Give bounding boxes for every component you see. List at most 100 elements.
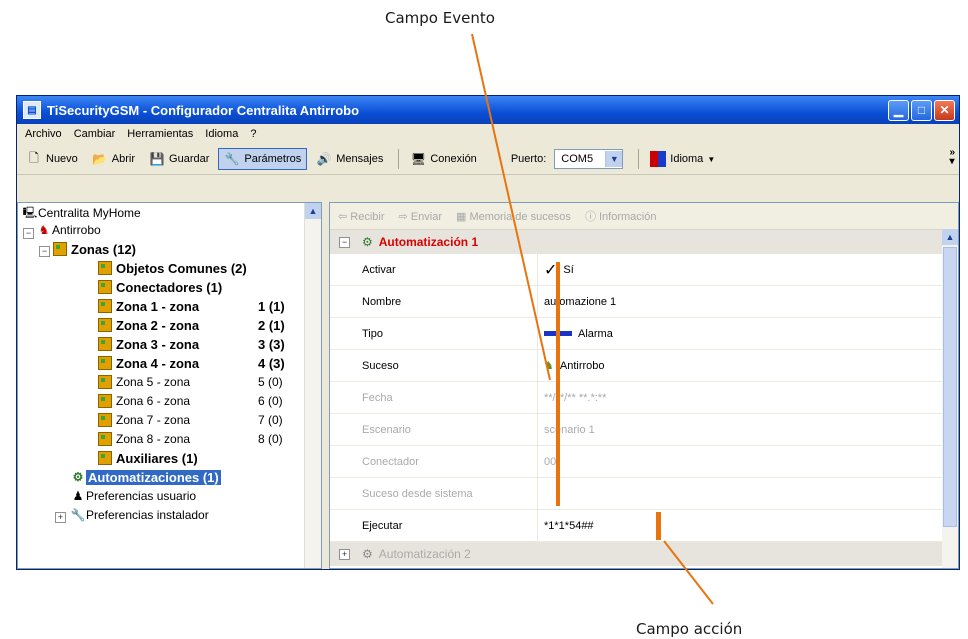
tree-node-pref-usuario[interactable]: ♟ Preferencias usuario — [70, 487, 196, 505]
zone-icon — [98, 375, 112, 389]
speaker-icon: 🔊 — [316, 152, 332, 166]
property-label: Suceso — [330, 350, 538, 381]
tree-scrollbar[interactable]: ▲ — [304, 203, 321, 568]
zone-icon — [98, 318, 112, 332]
collapse-icon[interactable]: − — [23, 228, 34, 239]
menu-help[interactable]: ? — [250, 128, 256, 140]
tree-label: Zona 8 - zona — [116, 432, 191, 446]
tree-node-objetos[interactable]: Objetos Comunes (2) — [98, 259, 247, 277]
mensajes-button[interactable]: 🔊 Mensajes — [311, 149, 388, 169]
tree-label: Zonas (12) — [71, 241, 137, 257]
collapse-icon[interactable]: − — [339, 236, 350, 248]
wrench-icon: 🔧 — [70, 508, 86, 522]
tree-node-pref-instalador[interactable]: 🔧 Preferencias instalador — [70, 506, 209, 524]
maximize-button[interactable]: □ — [911, 99, 932, 121]
guardar-button[interactable]: 💾 Guardar — [144, 149, 214, 169]
property-label: Tipo — [330, 318, 538, 349]
zona-count: 3 (3) — [258, 336, 285, 352]
tree-node-root[interactable]: 🖳 Centralita MyHome — [22, 204, 141, 222]
menu-archivo[interactable]: Archivo — [25, 128, 62, 140]
category-automatizacion-1[interactable]: − ⚙ Automatización 1 — [330, 230, 958, 254]
connection-icon: 🖥 — [410, 152, 426, 166]
tree-node-zona[interactable]: Zona 6 - zona — [98, 392, 190, 410]
parametros-label: Parámetros — [244, 153, 302, 165]
alarm-type-icon — [544, 331, 572, 336]
menu-idioma[interactable]: Idioma — [205, 128, 238, 140]
property-row[interactable]: Nombre automazione 1 — [330, 286, 958, 318]
property-label: Activar — [330, 254, 538, 285]
gears-icon: ⚙ — [72, 470, 84, 484]
abrir-button[interactable]: 📂 Abrir — [87, 149, 140, 169]
tree-node-zona[interactable]: Zona 7 - zona — [98, 411, 190, 429]
conexion-button[interactable]: 🖥 Conexión — [405, 149, 481, 169]
property-label: Nombre — [330, 286, 538, 317]
tree-label: Conectadores (1) — [116, 279, 223, 295]
zone-icon — [98, 337, 112, 351]
tree-label: Preferencias instalador — [86, 508, 209, 522]
expand-icon[interactable]: + — [339, 548, 350, 560]
property-row[interactable]: Ejecutar *1*1*54## — [330, 510, 958, 542]
tree-label: Zona 1 - zona — [116, 298, 200, 314]
collapse-icon[interactable]: − — [39, 246, 50, 257]
property-value: **/**/** **.*:** — [544, 391, 607, 404]
main-toolbar: 🗋 Nuevo 📂 Abrir 💾 Guardar 🔧 Parámetros 🔊 Mens… — [17, 144, 959, 175]
idioma-button[interactable]: Idioma ▼ — [645, 149, 720, 169]
parametros-button[interactable]: 🔧 Parámetros — [218, 148, 308, 170]
property-scrollbar[interactable]: ▲ — [942, 229, 958, 568]
expand-icon[interactable]: + — [55, 512, 66, 523]
recibir-button[interactable]: ⇦ Recibir — [338, 210, 385, 223]
property-label: Suceso desde sistema — [330, 478, 538, 509]
property-row[interactable]: Escenario scenario 1 — [330, 414, 958, 446]
property-label: Fecha — [330, 382, 538, 413]
scroll-up-icon[interactable]: ▲ — [942, 229, 958, 245]
category-automatizacion-2[interactable]: + ⚙ Automatización 2 — [330, 542, 958, 566]
property-row[interactable]: Conectador 00 — [330, 446, 958, 478]
chevron-down-icon[interactable]: ▼ — [605, 151, 623, 167]
puerto-select[interactable]: COM5 ▼ — [554, 149, 624, 169]
tree-label: Zona 7 - zona — [116, 413, 191, 427]
informacion-button[interactable]: ⓘ Información — [585, 208, 657, 224]
zona-count: 7 (0) — [258, 413, 283, 427]
wrench-icon: 🔧 — [224, 152, 240, 166]
tree-label: Auxiliares (1) — [116, 450, 198, 466]
toolbar-separator — [398, 149, 400, 169]
tree-node-zona[interactable]: Zona 8 - zona — [98, 430, 190, 448]
tree-node-zona[interactable]: Zona 5 - zona — [98, 373, 190, 391]
scroll-up-icon[interactable]: ▲ — [305, 203, 321, 219]
tree-node-zona[interactable]: Zona 3 - zona — [98, 335, 199, 353]
tree-label: Preferencias usuario — [86, 489, 197, 503]
title-bar: ▤ TiSecurityGSM - Configurador Centralit… — [17, 96, 959, 124]
memoria-button[interactable]: ▦ Memoria de sucesos — [456, 210, 571, 223]
property-row[interactable]: Tipo Alarma — [330, 318, 958, 350]
tree-node-conectadores[interactable]: Conectadores (1) — [98, 278, 222, 296]
puerto-value: COM5 — [561, 153, 594, 165]
tree-node-zona[interactable]: Zona 1 - zona — [98, 297, 199, 315]
property-row[interactable]: Suceso desde sistema — [330, 478, 958, 510]
tree-node-antirrobo[interactable]: ♞ Antirrobo — [36, 221, 101, 239]
tree-node-zona[interactable]: Zona 2 - zona — [98, 316, 199, 334]
zone-icon — [98, 299, 112, 313]
app-icon: ▤ — [23, 101, 41, 119]
tree-node-auxiliares[interactable]: Auxiliares (1) — [98, 449, 198, 467]
zone-icon — [98, 261, 112, 275]
recibir-label: Recibir — [350, 210, 385, 223]
tree-node-zonas[interactable]: Zonas (12) — [53, 240, 136, 258]
property-value: automazione 1 — [544, 295, 617, 308]
minimize-button[interactable]: ▁ — [888, 99, 909, 121]
toolbar-overflow-icon[interactable]: » ▾ — [949, 148, 955, 167]
enviar-button[interactable]: ⇨ Enviar — [399, 210, 442, 223]
nuevo-label: Nuevo — [46, 153, 78, 165]
user-icon: ♟ — [72, 489, 84, 503]
menu-herramientas[interactable]: Herramientas — [127, 128, 193, 140]
property-row[interactable]: Suceso ♞ Antirrobo — [330, 350, 958, 382]
scroll-thumb[interactable] — [943, 247, 957, 527]
open-folder-icon: 📂 — [92, 152, 108, 166]
property-row[interactable]: Activar ✓ Sí — [330, 254, 958, 286]
abrir-label: Abrir — [111, 153, 136, 165]
menu-cambiar[interactable]: Cambiar — [74, 128, 116, 140]
close-button[interactable]: ✕ — [934, 99, 955, 121]
property-row[interactable]: Fecha **/**/** **.*:** — [330, 382, 958, 414]
tree-node-zona[interactable]: Zona 4 - zona — [98, 354, 199, 372]
nuevo-button[interactable]: 🗋 Nuevo — [21, 149, 83, 169]
tree-node-automatizaciones[interactable]: ⚙ Automatizaciones (1) — [70, 468, 221, 486]
